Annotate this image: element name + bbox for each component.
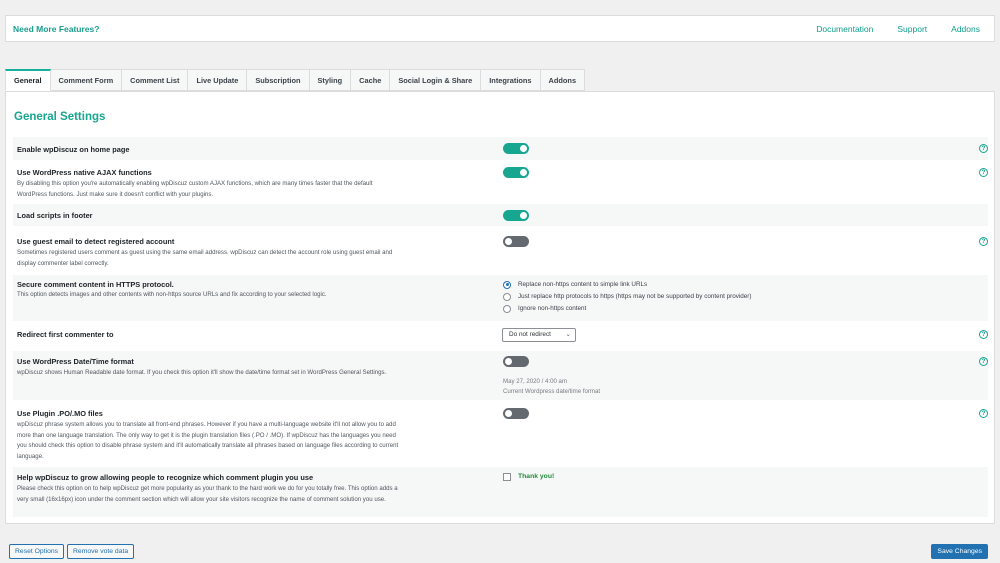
https-option-protocol: Just replace http protocols to https (ht… xyxy=(503,291,751,302)
documentation-link[interactable]: Documentation xyxy=(816,24,873,34)
sample-date: May 27, 2020 / 4:00 am xyxy=(503,378,568,385)
help-icon[interactable]: ? xyxy=(979,168,988,177)
help-icon[interactable]: ? xyxy=(979,144,988,153)
help-icon[interactable]: ? xyxy=(979,357,988,366)
tab-live-update[interactable]: Live Update xyxy=(188,69,248,91)
chevron-down-icon: ⌄ xyxy=(565,331,571,338)
tab-comment-list[interactable]: Comment List xyxy=(122,69,189,91)
date-format-toggle[interactable] xyxy=(503,356,529,367)
settings-tabs: General Comment Form Comment List Live U… xyxy=(5,69,586,91)
promote-checkbox[interactable] xyxy=(503,473,511,481)
tab-general[interactable]: General xyxy=(5,69,51,91)
help-icon[interactable]: ? xyxy=(979,409,988,418)
setting-description: Sometimes registered users comment as gu… xyxy=(17,249,393,267)
https-option-replace: Replace non-https content to simple link… xyxy=(503,279,647,290)
tab-subscription[interactable]: Subscription xyxy=(247,69,310,91)
setting-label: Load scripts in footer xyxy=(17,211,93,220)
setting-label: Enable wpDiscuz on home page xyxy=(17,145,130,154)
setting-label: Secure comment content in HTTPS protocol… xyxy=(17,280,174,289)
setting-label: Use WordPress native AJAX functions xyxy=(17,168,152,177)
page-title: General Settings xyxy=(14,111,106,123)
reset-options-button[interactable]: Reset Options xyxy=(9,544,65,559)
setting-row-ajax: Use WordPress native AJAX functions By d… xyxy=(13,162,988,200)
help-icon[interactable]: ? xyxy=(979,330,988,339)
setting-label: Use Plugin .PO/.MO files xyxy=(17,409,103,418)
sample-date-note: Current Wordpress date/time format xyxy=(503,388,601,395)
https-option-ignore: Ignore non-https content xyxy=(503,303,586,314)
setting-description: By disabling this option you're automati… xyxy=(17,180,373,198)
setting-row-https: Secure comment content in HTTPS protocol… xyxy=(13,275,988,321)
features-bar: Need More Features? Documentation Suppor… xyxy=(5,15,995,42)
po-mo-toggle[interactable] xyxy=(503,408,529,419)
setting-description: Please check this option on to help wpDi… xyxy=(17,485,398,503)
setting-row-po-mo: Use Plugin .PO/.MO files wpDiscuz phrase… xyxy=(13,403,988,463)
setting-description: wpDiscuz phrase system allows you to tra… xyxy=(17,421,399,460)
tab-addons[interactable]: Addons xyxy=(540,69,586,91)
tab-styling[interactable]: Styling xyxy=(309,69,352,91)
tab-social-login-share[interactable]: Social Login & Share xyxy=(390,69,482,91)
redirect-select[interactable]: Do not redirect ⌄ xyxy=(502,328,576,342)
setting-row-guest-email: Use guest email to detect registered acc… xyxy=(13,231,988,270)
help-icon[interactable]: ? xyxy=(979,237,988,246)
tab-comment-form[interactable]: Comment Form xyxy=(50,69,123,91)
ajax-toggle[interactable] xyxy=(503,167,529,178)
guest-email-toggle[interactable] xyxy=(503,236,529,247)
setting-row-home-page: Enable wpDiscuz on home page ? xyxy=(13,137,988,160)
footer-scripts-toggle[interactable] xyxy=(503,210,529,221)
setting-label: Use WordPress Date/Time format xyxy=(17,357,134,366)
setting-description: This option detects images and other con… xyxy=(17,291,327,298)
tab-cache[interactable]: Cache xyxy=(351,69,391,91)
general-settings-panel: General Settings Enable wpDiscuz on home… xyxy=(5,91,995,524)
setting-row-footer-scripts: Load scripts in footer xyxy=(13,204,988,226)
setting-label: Help wpDiscuz to grow allowing people to… xyxy=(17,473,314,482)
need-more-features-link[interactable]: Need More Features? xyxy=(13,24,99,34)
setting-description: wpDiscuz shows Human Readable date forma… xyxy=(17,369,387,376)
setting-row-date-format: Use WordPress Date/Time format wpDiscuz … xyxy=(13,351,988,400)
tab-integrations[interactable]: Integrations xyxy=(481,69,541,91)
home-page-toggle[interactable] xyxy=(503,143,529,154)
setting-label: Redirect first commenter to xyxy=(17,330,114,339)
radio-replace-protocol[interactable] xyxy=(503,292,511,301)
setting-row-promote: Help wpDiscuz to grow allowing people to… xyxy=(13,467,988,517)
setting-row-redirect: Redirect first commenter to Do not redir… xyxy=(13,324,988,347)
support-link[interactable]: Support xyxy=(897,24,927,34)
thank-you-label: Thank you! xyxy=(518,473,555,480)
radio-ignore[interactable] xyxy=(503,304,511,313)
addons-link[interactable]: Addons xyxy=(951,24,980,34)
save-changes-button[interactable]: Save Changes xyxy=(931,544,988,559)
radio-replace-links[interactable] xyxy=(503,280,511,289)
remove-vote-data-button[interactable]: Remove vote data xyxy=(67,544,135,559)
header-links: Documentation Support Addons xyxy=(816,24,980,34)
setting-label: Use guest email to detect registered acc… xyxy=(17,237,175,246)
